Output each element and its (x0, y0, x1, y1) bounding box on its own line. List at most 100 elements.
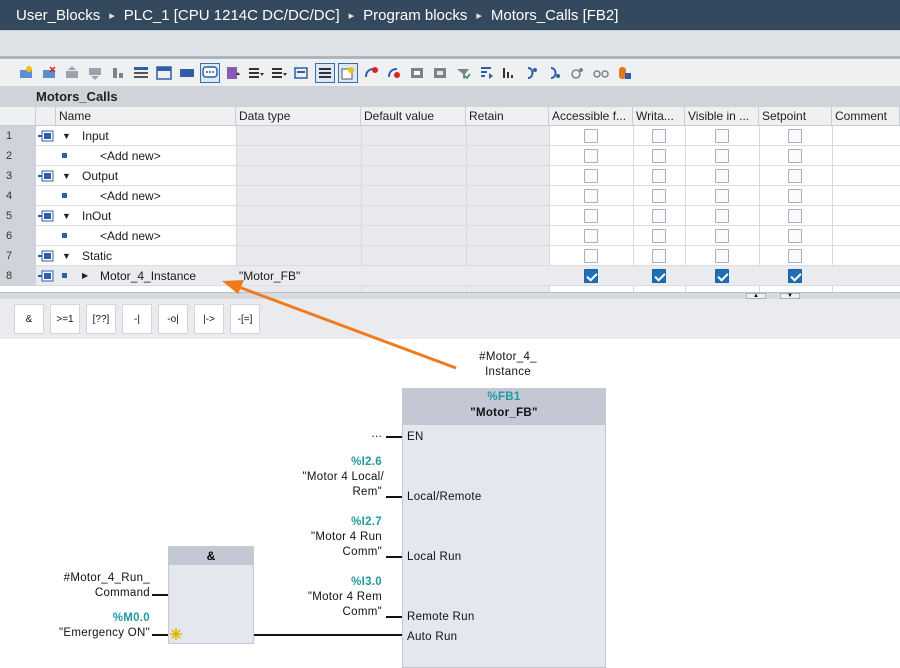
tag-info-button[interactable] (292, 63, 312, 83)
pin-local-remote[interactable]: Local/Remote (407, 491, 482, 503)
writable-checkbox[interactable] (652, 249, 666, 263)
writable-checkbox[interactable] (652, 149, 666, 163)
table-row[interactable]: 4 <Add new> (0, 186, 900, 206)
operand-i3-0-name[interactable]: "Motor 4 Rem (250, 591, 382, 603)
upload-button[interactable] (499, 63, 519, 83)
setpoint-checkbox[interactable] (788, 129, 802, 143)
add-row-button[interactable] (39, 63, 59, 83)
accessible-checkbox[interactable] (584, 129, 598, 143)
and-input1-name[interactable]: #Motor_4_Run_ (30, 572, 150, 584)
visible-checkbox[interactable] (715, 229, 729, 243)
table-row[interactable]: 5 ▼ InOut (0, 206, 900, 226)
operand-i2-7-address[interactable]: %I2.7 (280, 516, 382, 528)
operand-i3-0-address[interactable]: %I3.0 (280, 576, 382, 588)
pin-en[interactable]: EN (407, 431, 424, 443)
compare-button[interactable] (430, 63, 450, 83)
operand-i2-6-name-cont[interactable]: Rem" (250, 486, 382, 498)
accessible-checkbox[interactable] (584, 189, 598, 203)
breadcrumb-block[interactable]: Motors_Calls [FB2] (491, 7, 619, 24)
header-visible[interactable]: Visible in ... (685, 107, 759, 126)
network-view-button[interactable] (131, 63, 151, 83)
breadcrumb-program-blocks[interactable]: Program blocks (363, 7, 467, 24)
monitor-button[interactable] (108, 63, 128, 83)
writable-checkbox[interactable] (652, 129, 666, 143)
add-new-placeholder[interactable]: <Add new> (100, 226, 161, 246)
move-up-button[interactable] (62, 63, 82, 83)
header-name[interactable]: Name (56, 107, 236, 126)
operand-i3-0-name-cont[interactable]: Comm" (250, 606, 382, 618)
table-row-motor-4-instance[interactable]: 8 ▶ Motor_4_Instance "Motor_FB" (0, 266, 900, 286)
pin-remote-run[interactable]: Remote Run (407, 611, 475, 623)
table-row[interactable]: 1 ▼ Input (0, 126, 900, 146)
go-to-error-button[interactable] (361, 63, 381, 83)
section-name[interactable]: Output (82, 166, 118, 186)
visible-checkbox[interactable] (715, 169, 729, 183)
accessible-checkbox[interactable] (584, 249, 598, 263)
accessible-checkbox[interactable] (584, 269, 598, 283)
writable-checkbox[interactable] (652, 209, 666, 223)
and-instruction-button[interactable]: & (14, 304, 44, 334)
no-contact-button[interactable]: -| (122, 304, 152, 334)
table-row[interactable]: 2 <Add new> (0, 146, 900, 166)
open-all-networks-button[interactable] (154, 63, 174, 83)
setpoint-checkbox[interactable] (788, 169, 802, 183)
empty-box-button[interactable]: [??] (86, 304, 116, 334)
setpoint-checkbox[interactable] (788, 269, 802, 283)
collapse-triangle-icon[interactable]: ▼ (62, 126, 71, 146)
accessible-checkbox[interactable] (584, 169, 598, 183)
variable-name[interactable]: Motor_4_Instance (100, 266, 196, 286)
pin-auto-run[interactable]: Auto Run (407, 631, 457, 643)
motor-fb-box[interactable]: %FB1 "Motor_FB" EN Local/Remote Local Ru… (402, 388, 606, 668)
visible-checkbox[interactable] (715, 209, 729, 223)
en-operand[interactable]: ... (330, 428, 382, 440)
negated-input-button[interactable]: -o| (158, 304, 188, 334)
move-down-button[interactable] (85, 63, 105, 83)
collapse-triangle-icon[interactable]: ▼ (62, 166, 71, 186)
instance-label-line2[interactable]: Instance (468, 366, 548, 378)
operand-i2-7-name-cont[interactable]: Comm" (250, 546, 382, 558)
visible-checkbox[interactable] (715, 269, 729, 283)
branch-button[interactable]: |-> (194, 304, 224, 334)
collapse-triangle-icon[interactable]: ▼ (62, 246, 71, 266)
writable-checkbox[interactable] (652, 269, 666, 283)
table-row[interactable]: 6 <Add new> (0, 226, 900, 246)
display-options-button[interactable] (269, 63, 289, 83)
monitoring-off-button[interactable] (545, 63, 565, 83)
setpoint-checkbox[interactable] (788, 229, 802, 243)
assignment-button[interactable]: -[=] (230, 304, 260, 334)
accessible-checkbox[interactable] (584, 229, 598, 243)
add-new-placeholder[interactable]: <Add new> (100, 146, 161, 166)
absolute-operands-button[interactable] (246, 63, 266, 83)
comments-toggle-button[interactable] (200, 62, 220, 83)
table-row[interactable]: 3 ▼ Output (0, 166, 900, 186)
header-data-type[interactable]: Data type (236, 107, 361, 126)
accessible-checkbox[interactable] (584, 209, 598, 223)
section-name[interactable]: Static (82, 246, 112, 266)
header-comment[interactable]: Comment (832, 107, 900, 126)
header-retain[interactable]: Retain (466, 107, 549, 126)
download-button[interactable] (476, 63, 496, 83)
breadcrumb-project[interactable]: User_Blocks (16, 7, 100, 24)
insert-row-button[interactable] (16, 63, 36, 83)
visible-checkbox[interactable] (715, 129, 729, 143)
variable-data-type[interactable]: "Motor_FB" (239, 266, 300, 286)
pin-local-run[interactable]: Local Run (407, 551, 461, 563)
highlight-button[interactable] (338, 62, 358, 83)
header-writable[interactable]: Writa... (633, 107, 685, 126)
go-to-next-error-button[interactable] (384, 63, 404, 83)
breadcrumb-plc[interactable]: PLC_1 [CPU 1214C DC/DC/DC] (124, 7, 340, 24)
operand-i2-6-name[interactable]: "Motor 4 Local/ (250, 471, 384, 483)
operand-i2-6-address[interactable]: %I2.6 (280, 456, 382, 468)
accessible-checkbox[interactable] (584, 149, 598, 163)
favorites-button[interactable] (223, 63, 243, 83)
setpoint-checkbox[interactable] (788, 209, 802, 223)
close-all-networks-button[interactable] (177, 63, 197, 83)
monitoring-on-button[interactable] (522, 63, 542, 83)
writable-checkbox[interactable] (652, 169, 666, 183)
header-accessible[interactable]: Accessible f... (549, 107, 633, 126)
setpoint-checkbox[interactable] (788, 189, 802, 203)
lad-network[interactable]: #Motor_4_ Instance %FB1 "Motor_FB" EN Lo… (0, 339, 900, 668)
or-instruction-button[interactable]: >=1 (50, 304, 80, 334)
call-hierarchy-button[interactable] (407, 63, 427, 83)
header-default-value[interactable]: Default value (361, 107, 466, 126)
